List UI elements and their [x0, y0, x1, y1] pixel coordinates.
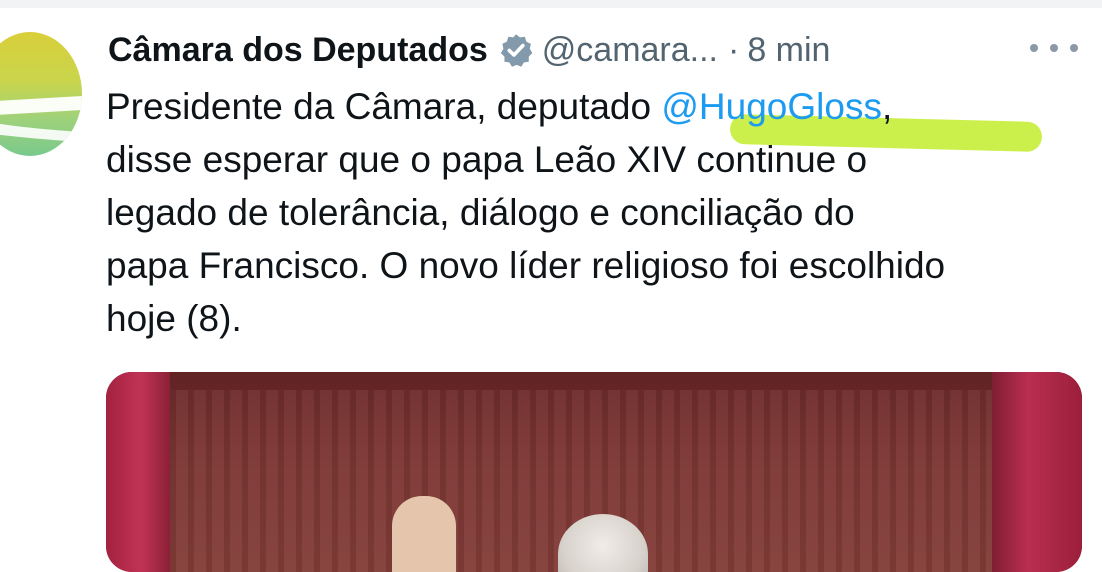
tweet-text-segment: Presidente da Câmara, deputado [106, 86, 662, 127]
author-handle[interactable]: @camara... [542, 31, 718, 70]
avatar[interactable] [0, 32, 82, 156]
top-divider [0, 0, 1102, 8]
curtain-right [992, 372, 1082, 572]
tweet-text-line: hoje (8). [106, 298, 242, 339]
curtain-left [106, 372, 170, 572]
header-separator: · [728, 30, 740, 69]
waving-hand [392, 496, 456, 572]
verified-badge-icon [500, 34, 533, 67]
tweet-text-line: legado de tolerância, diálogo e concilia… [106, 192, 855, 233]
tweet-text: Presidente da Câmara, deputado @HugoGlos… [106, 80, 1096, 345]
tweet-timestamp[interactable]: 8 min [747, 31, 830, 70]
tweet-text-line: disse esperar que o papa Leão XIV contin… [106, 139, 868, 180]
author-name[interactable]: Câmara dos Deputados [108, 31, 488, 70]
tweet-text-line: Presidente da Câmara, deputado @HugoGlos… [106, 80, 1096, 133]
tweet-media-image[interactable] [106, 372, 1082, 572]
tweet-text-segment: , [881, 86, 893, 127]
tweet-header: Câmara dos Deputados @camara... · 8 min [108, 28, 830, 72]
camara-logo-icon [0, 96, 82, 142]
more-options-icon[interactable] [1030, 36, 1078, 60]
curtain-valance [106, 372, 1082, 390]
tweet-text-line: papa Francisco. O novo líder religioso f… [106, 245, 946, 286]
mention-link[interactable]: @HugoGloss [661, 86, 882, 127]
